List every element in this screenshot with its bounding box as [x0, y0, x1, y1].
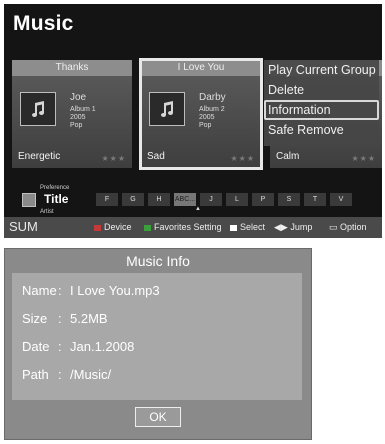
music-item-card-selected[interactable]: I Love You Darby Album 2 2005 Pop Sad ★★…: [139, 58, 263, 170]
card-genre: Pop: [199, 122, 212, 129]
favorites-label: Favorites Setting: [154, 222, 222, 232]
jump-letter[interactable]: F: [96, 193, 118, 206]
jump-letter[interactable]: V: [330, 193, 352, 206]
jump-button[interactable]: ◀▶ Jump: [274, 222, 312, 233]
card-mood: Calm: [276, 151, 300, 162]
menu-item-delete[interactable]: Delete: [264, 80, 379, 100]
card-meta: Joe Album 1 2005 Pop: [70, 92, 96, 130]
rating-stars: ★★★: [230, 154, 255, 163]
favorites-setting-button[interactable]: Favorites Setting: [144, 222, 222, 232]
sort-icon: [22, 193, 36, 207]
card-artist: Darby: [199, 92, 226, 103]
dialog-body: Name: I Love You.mp3 Size:5.2MB Date: Jan.…: [12, 273, 302, 400]
jump-letter[interactable]: J: [200, 193, 222, 206]
context-menu: Play Current Group Delete Information Sa…: [264, 60, 379, 146]
device-label: Device: [104, 222, 132, 232]
info-row-size: Size:5.2MB: [22, 311, 108, 326]
info-value: 5.2MB: [70, 311, 108, 326]
info-value: /Music/: [70, 367, 112, 382]
red-key-icon: [94, 224, 101, 231]
info-value: Jan.1.2008: [70, 339, 135, 354]
jump-icon: ◀▶: [274, 222, 291, 232]
card-title: I Love You: [177, 62, 225, 73]
option-button[interactable]: ▭ Option: [329, 222, 367, 233]
jump-letter[interactable]: H: [148, 193, 170, 206]
jump-letter[interactable]: G: [122, 193, 144, 206]
card-year: 2005: [70, 114, 86, 121]
card-year: 2005: [199, 114, 215, 121]
sort-bar: Preference Title Artist F G H ABC... J L…: [4, 185, 382, 215]
jump-label: Jump: [290, 222, 313, 232]
select-label: Select: [240, 222, 266, 232]
menu-item-play-current-group[interactable]: Play Current Group: [264, 60, 379, 80]
music-note-icon: [20, 92, 56, 126]
info-value: I Love You.mp3: [70, 283, 160, 298]
card-mood: Sad: [147, 151, 165, 162]
music-screen: Music Thanks Joe Album 1 2005 Pop Energe…: [4, 4, 382, 238]
info-label: Date: [22, 339, 50, 354]
info-label: Name: [22, 283, 57, 298]
info-row-date: Date: Jan.1.2008: [22, 339, 135, 354]
rating-stars: ★★★: [351, 154, 376, 163]
menu-item-safe-remove[interactable]: Safe Remove: [264, 120, 379, 140]
jump-letter[interactable]: L: [226, 193, 248, 206]
card-mood: Energetic: [18, 151, 61, 162]
page-title: Music: [13, 12, 74, 35]
info-label: Path: [22, 367, 49, 382]
sum-label: SUM: [9, 219, 38, 234]
jump-letter[interactable]: P: [252, 193, 274, 206]
sort-option-above[interactable]: Preference: [40, 185, 69, 191]
rating-stars: ★★★: [101, 154, 126, 163]
jump-letter[interactable]: T: [304, 193, 326, 206]
card-artist: Joe: [70, 92, 87, 103]
card-album: Album 1: [70, 106, 96, 113]
select-button[interactable]: Select: [230, 222, 265, 232]
jump-letters: F G H ABC... J L P S T V: [96, 193, 356, 206]
enter-key-icon: [230, 224, 237, 231]
footer-bar: SUM Device Favorites Setting Select ◀▶ J…: [4, 217, 382, 238]
option-label: Option: [340, 222, 367, 232]
sort-option-below[interactable]: Artist: [40, 209, 54, 215]
music-note-icon: [149, 92, 185, 126]
jump-letter[interactable]: S: [278, 193, 300, 206]
music-item-card[interactable]: Thanks Joe Album 1 2005 Pop Energetic ★★…: [12, 60, 132, 168]
jump-letter-current[interactable]: ABC...: [174, 193, 196, 206]
card-title: Thanks: [55, 62, 89, 73]
info-row-name: Name: I Love You.mp3: [22, 283, 160, 298]
option-icon: ▭: [329, 222, 341, 232]
ok-button[interactable]: OK: [135, 407, 181, 427]
info-label: Size: [22, 311, 48, 326]
menu-item-information[interactable]: Information: [264, 100, 379, 120]
sort-current[interactable]: Title: [44, 192, 68, 206]
dialog-title: Music Info: [126, 253, 190, 269]
music-info-dialog: Music Info Name: I Love You.mp3 Size:5.2M…: [4, 248, 312, 440]
caret-up-icon: ▲: [195, 206, 201, 212]
card-album: Album 2: [199, 106, 225, 113]
card-genre: Pop: [70, 122, 83, 129]
card-meta: Darby Album 2 2005 Pop: [199, 92, 226, 130]
device-button[interactable]: Device: [94, 222, 132, 232]
info-row-path: Path:/Music/: [22, 367, 112, 382]
green-key-icon: [144, 224, 151, 231]
